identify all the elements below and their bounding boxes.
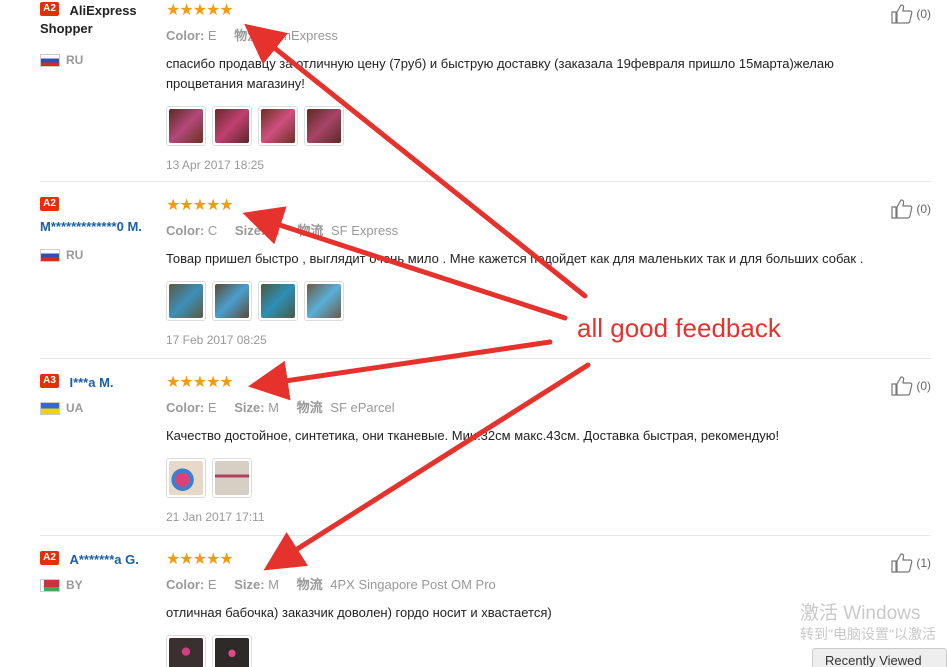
flag-icon	[40, 53, 60, 67]
reviewer-info: A2 AliExpress Shopper RU	[40, 2, 160, 67]
star-rating: ★★★★★	[166, 2, 234, 19]
thumbs-up-icon	[891, 199, 913, 219]
thumbs-up-icon	[891, 4, 913, 24]
reviewer-country: BY	[40, 578, 160, 592]
helpful-count: (0)	[916, 7, 931, 21]
thumbs-up-icon	[891, 553, 913, 573]
review-date: 13 Apr 2017 18:25	[166, 158, 265, 172]
size-value: M	[268, 400, 280, 415]
size-label: Size:	[234, 577, 265, 592]
helpful-button[interactable]: (0)	[891, 4, 931, 24]
buyer-level-badge: A2	[40, 551, 59, 565]
review-photo[interactable]	[166, 281, 206, 321]
size-value: M	[268, 577, 280, 592]
review-body: ★★★★★ Color: C Size: M 物流 SF Express Тов…	[166, 197, 906, 347]
review-body: ★★★★★ Color: E 物流 SunExpress спасибо про…	[166, 2, 906, 172]
color-label: Color:	[166, 400, 205, 415]
size-label: Size:	[234, 223, 266, 238]
star-rating: ★★★★★	[166, 551, 234, 568]
review-date: 17 Feb 2017 08:25	[166, 333, 267, 347]
helpful-button[interactable]: (1)	[891, 553, 931, 573]
shipping-label: 物流	[234, 28, 261, 43]
divider	[40, 181, 931, 182]
flag-icon	[40, 401, 60, 415]
order-attributes: Color: E Size: M 物流 4PX Singapore Post O…	[166, 574, 906, 593]
review-photo[interactable]	[212, 635, 252, 667]
shipping-value: 4PX Singapore Post OM Pro	[330, 577, 496, 592]
review-photo[interactable]	[258, 106, 298, 146]
reviewer-country: UA	[40, 401, 160, 415]
review-photo[interactable]	[258, 281, 298, 321]
review-photos	[166, 106, 906, 146]
reviewer-country: RU	[40, 53, 160, 67]
color-value: C	[207, 223, 218, 238]
divider	[40, 535, 931, 536]
color-value: E	[207, 400, 217, 415]
shipping-value: SunExpress	[267, 28, 338, 43]
review-body: ★★★★★ Color: E Size: M 物流 4PX Singapore …	[166, 551, 906, 667]
review-photo[interactable]	[212, 106, 252, 146]
reviewer-name[interactable]: A*******a G.	[69, 552, 138, 567]
windows-activation-hint: 转到"电脑设置"以激活	[800, 626, 936, 642]
order-attributes: Color: C Size: M 物流 SF Express	[166, 220, 906, 239]
divider	[40, 358, 931, 359]
helpful-button[interactable]: (0)	[891, 376, 931, 396]
reviewer-info: A2 A*******a G. BY	[40, 551, 160, 592]
buyer-level-badge: A2	[40, 197, 59, 211]
helpful-count: (1)	[916, 556, 931, 570]
color-label: Color:	[166, 577, 205, 592]
review-photo[interactable]	[166, 106, 206, 146]
shipping-label: 物流	[297, 223, 324, 238]
review-photo[interactable]	[304, 281, 344, 321]
review-photo[interactable]	[166, 635, 206, 667]
thumbs-up-icon	[891, 376, 913, 396]
reviewer-info: A2 M*************0 M. RU	[40, 197, 160, 262]
review-photo[interactable]	[304, 106, 344, 146]
review-text: отличная бабочка) заказчик доволен) горд…	[166, 605, 552, 620]
review-body: ★★★★★ Color: E Size: M 物流 SF eParcel Кач…	[166, 374, 906, 524]
review-photos	[166, 635, 906, 667]
reviewer-name[interactable]: M*************0 M.	[40, 218, 165, 235]
order-attributes: Color: E 物流 SunExpress	[166, 25, 906, 44]
reviewer-name[interactable]: I***a M.	[69, 375, 113, 390]
size-label: Size:	[234, 400, 265, 415]
flag-icon	[40, 248, 60, 262]
review-photo[interactable]	[166, 458, 206, 498]
recently-viewed-tab[interactable]: Recently Viewed	[812, 648, 947, 667]
windows-activation-watermark: 激活 Windows	[800, 603, 921, 624]
country-code: RU	[66, 248, 84, 262]
color-label: Color:	[166, 223, 205, 238]
review-photos	[166, 281, 906, 321]
flag-icon	[40, 578, 60, 592]
reviewer-info: A3 I***a M. UA	[40, 374, 160, 415]
buyer-level-badge: A2	[40, 2, 59, 16]
color-label: Color:	[166, 28, 205, 43]
reviewer-country: RU	[40, 248, 160, 262]
review-text: Качество достойное, синтетика, они ткане…	[166, 428, 780, 443]
shipping-value: SF Express	[331, 223, 399, 238]
helpful-count: (0)	[916, 379, 931, 393]
helpful-button[interactable]: (0)	[891, 199, 931, 219]
shipping-label: 物流	[296, 577, 323, 592]
size-value: M	[268, 223, 280, 238]
country-code: RU	[66, 53, 84, 67]
review-text: Товар пришел быстро , выглядит очень мил…	[166, 251, 864, 266]
review-photo[interactable]	[212, 281, 252, 321]
review-photo[interactable]	[212, 458, 252, 498]
country-code: UA	[66, 401, 84, 415]
shipping-label: 物流	[296, 400, 323, 415]
review-date: 21 Jan 2017 17:11	[166, 510, 265, 524]
review-photos	[166, 458, 906, 498]
star-rating: ★★★★★	[166, 374, 234, 391]
color-value: E	[207, 577, 217, 592]
shipping-value: SF eParcel	[330, 400, 395, 415]
color-value: E	[207, 28, 217, 43]
annotation-label: all good feedback	[577, 313, 781, 343]
helpful-count: (0)	[916, 202, 931, 216]
order-attributes: Color: E Size: M 物流 SF eParcel	[166, 397, 906, 416]
star-rating: ★★★★★	[166, 197, 234, 214]
buyer-level-badge: A3	[40, 374, 59, 388]
review-text: спасибо продавцу за отличную цену (7руб)…	[166, 56, 834, 91]
country-code: BY	[66, 578, 83, 592]
